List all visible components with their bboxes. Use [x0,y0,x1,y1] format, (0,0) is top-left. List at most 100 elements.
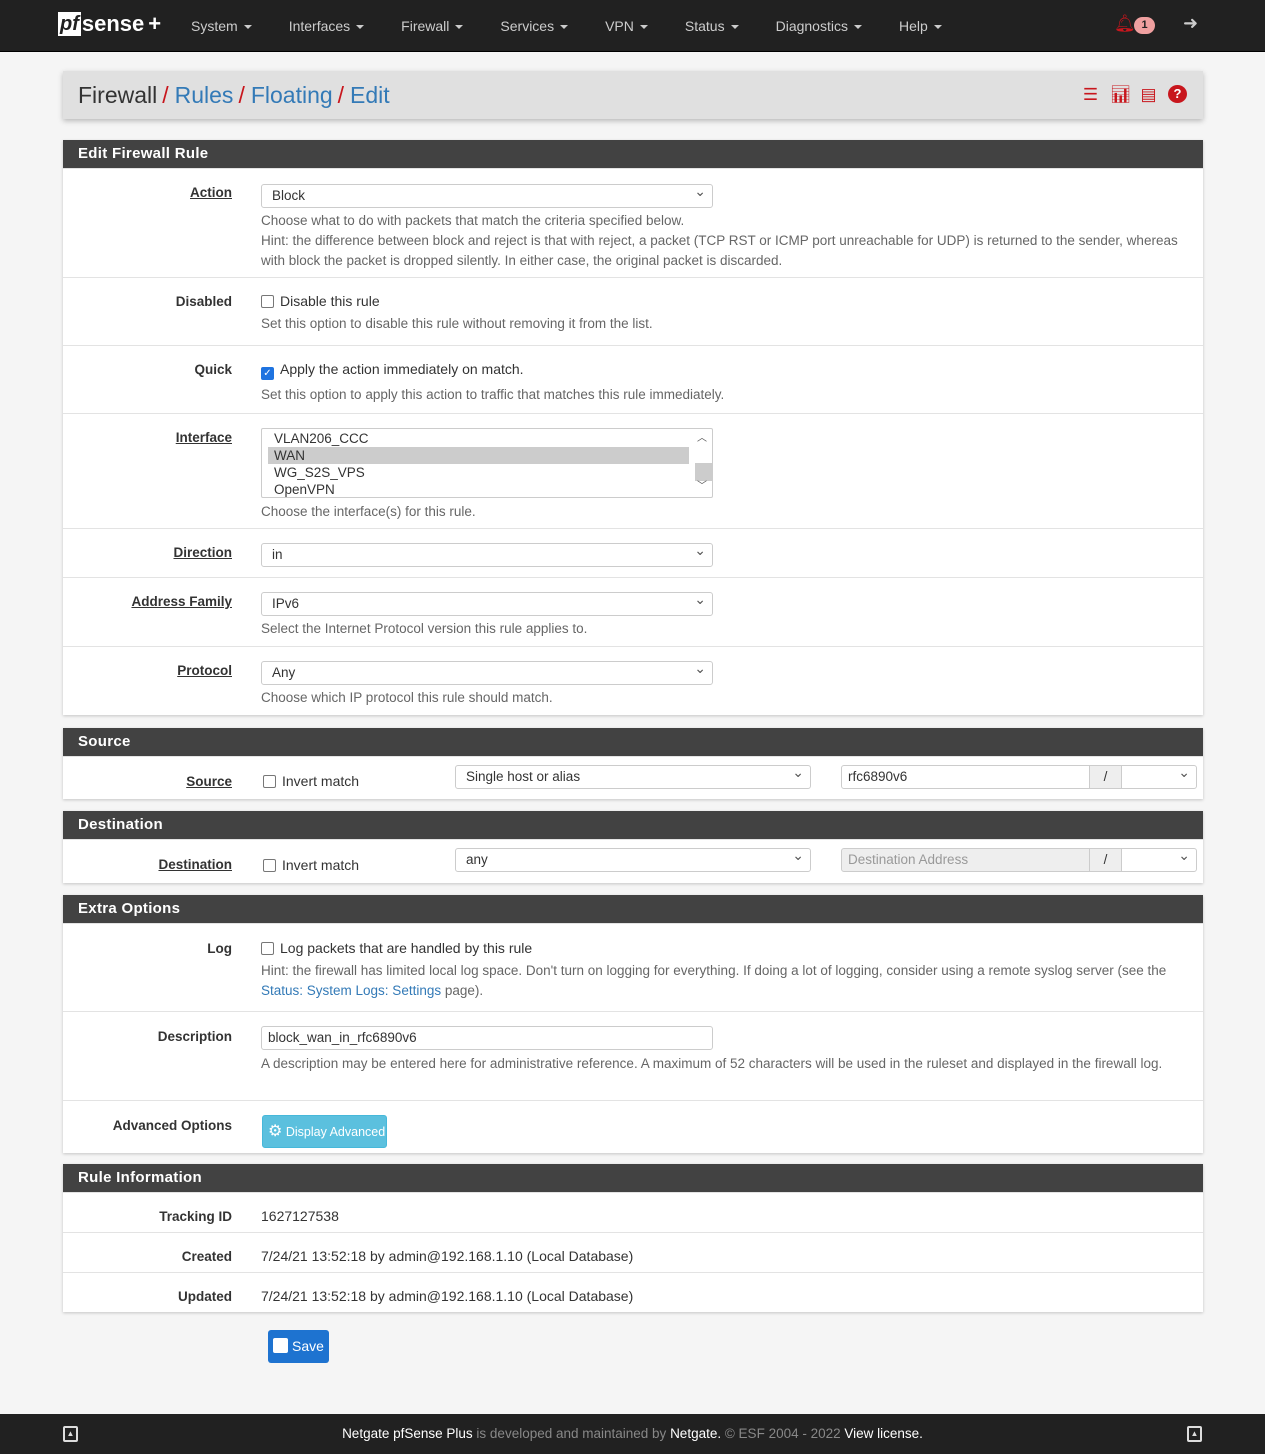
pfsense-logo[interactable]: pf sense + [58,11,161,37]
netgate-link[interactable]: Netgate. [670,1426,721,1441]
interface-listbox[interactable]: VLAN206_CCC WAN WG_S2S_VPS OpenVPN ︿ ﹀ [261,428,713,498]
destination-mask-select[interactable] [1121,847,1197,872]
log-checkbox[interactable]: Log packets that are handled by this rul… [261,940,532,956]
quick-label: Quick [194,362,232,377]
destination-invert-checkbox[interactable]: Invert match [263,857,359,873]
description-input[interactable]: block_wan_in_rfc6890v6 [261,1026,713,1050]
updated-label: Updated [178,1289,232,1304]
rule-information-title: Rule Information [63,1164,1203,1192]
logo-plus: + [148,11,162,36]
menu-services[interactable]: Services [500,18,568,34]
tracking-id-label: Tracking ID [159,1209,232,1224]
interface-row: Interface VLAN206_CCC WAN WG_S2S_VPS Ope… [63,413,1203,528]
source-slash: / [1089,765,1122,789]
panel-title: Edit Firewall Rule [63,140,1203,168]
log-label: Log [207,941,232,956]
destination-slash: / [1089,848,1122,872]
list-icon[interactable]: ▤ [1139,85,1158,105]
created-value: 7/24/21 13:52:18 by admin@192.168.1.10 (… [261,1248,634,1264]
interface-label: Interface [175,430,232,445]
gear-icon: ⚙ [268,1123,283,1140]
view-license-link[interactable]: View license. [844,1426,923,1441]
bar-chart-icon[interactable]: 📊︎ [1110,85,1132,105]
destination-panel: Destination Destination Invert match any… [63,811,1203,883]
logout-icon[interactable]: ➜ [1183,13,1198,34]
breadcrumb: Firewall / Rules / Floating / Edit ☰ 📊︎ ▤ ? [63,71,1203,119]
protocol-row: Protocol Any Choose which IP protocol th… [63,646,1203,715]
breadcrumb-rules[interactable]: Rules [175,82,234,109]
edit-rule-panel: Edit Firewall Rule Action Block Choose w… [63,140,1203,715]
menu-firewall[interactable]: Firewall [401,18,463,34]
help-icon[interactable]: ? [1168,85,1187,103]
destination-title: Destination [63,811,1203,839]
footer: ▲ Netgate pfSense Plus is developed and … [0,1414,1265,1454]
interface-option[interactable]: VLAN206_CCC [268,430,689,447]
quick-row: Quick ✓ Apply the action immediately on m… [63,345,1203,413]
quick-help: Set this option to apply this action to … [261,387,725,402]
address-family-help: Select the Internet Protocol version thi… [261,621,588,636]
description-label: Description [157,1029,232,1044]
log-help: Hint: the firewall has limited local log… [261,963,1167,998]
breadcrumb-root: Firewall [78,81,158,108]
breadcrumb-edit[interactable]: Edit [350,82,390,109]
action-help: Choose what to do with packets that matc… [261,213,1178,268]
source-mask-select[interactable] [1121,764,1197,789]
save-button[interactable]: Save [268,1330,329,1363]
sliders-icon[interactable]: ☰ [1081,85,1100,105]
destination-address-input[interactable]: Destination Address [841,848,1090,872]
action-row: Action Block Choose what to do with pack… [63,168,1203,277]
address-family-select[interactable]: IPv6 [261,591,713,616]
interface-help: Choose the interface(s) for this rule. [261,504,476,519]
disabled-label: Disabled [175,294,232,309]
scroll-top-icon[interactable]: ▲ [63,1426,78,1442]
direction-row: Direction in [63,528,1203,577]
menu-system[interactable]: System [191,18,252,34]
address-family-row: Address Family IPv6 Select the Internet … [63,577,1203,646]
extra-options-title: Extra Options [63,895,1203,923]
system-logs-settings-link[interactable]: Status: System Logs: Settings [261,983,441,998]
display-advanced-button[interactable]: ⚙ Display Advanced [262,1115,387,1148]
created-label: Created [181,1249,232,1264]
menu-vpn[interactable]: VPN [605,18,648,34]
menu-diagnostics[interactable]: Diagnostics [776,18,862,34]
interface-option[interactable]: OpenVPN [268,481,689,498]
protocol-label: Protocol [177,663,232,678]
source-label: Source [186,774,232,789]
destination-label: Destination [158,857,232,872]
scroll-top-icon-right[interactable]: ▲ [1187,1426,1202,1442]
rule-information-panel: Rule Information Tracking ID 1627127538 C… [63,1164,1203,1312]
protocol-help: Choose which IP protocol this rule shoul… [261,690,553,705]
menu-status[interactable]: Status [685,18,739,34]
listbox-scrollbar[interactable]: ︿ ﹀ [695,429,712,497]
disabled-row: Disabled Disable this rule Set this opti… [63,277,1203,345]
menu-interfaces[interactable]: Interfaces [289,18,364,34]
action-select[interactable]: Block [261,183,713,208]
top-navbar: pf sense + System Interfaces Firewall Serv… [0,0,1265,52]
source-panel: Source Source Invert match Single host o… [63,728,1203,799]
description-help: A description may be entered here for ad… [261,1056,1163,1071]
breadcrumb-floating[interactable]: Floating [251,82,333,109]
bell-icon[interactable]: 🔔︎ [1114,14,1136,34]
source-type-select[interactable]: Single host or alias [455,764,811,789]
quick-checkbox[interactable]: ✓ Apply the action immediately on match. [261,361,524,380]
updated-value: 7/24/21 13:52:18 by admin@192.168.1.10 (… [261,1288,634,1304]
main-menu: System Interfaces Firewall Services VPN … [191,0,979,52]
disabled-help: Set this option to disable this rule wit… [261,316,653,331]
notification-badge[interactable]: 1 [1134,17,1155,34]
source-invert-checkbox[interactable]: Invert match [263,773,359,789]
logo-pf: pf [58,12,81,36]
protocol-select[interactable]: Any [261,660,713,685]
advanced-options-label: Advanced Options [112,1118,232,1133]
menu-help[interactable]: Help [899,18,942,34]
disable-rule-checkbox[interactable]: Disable this rule [261,293,380,309]
destination-type-select[interactable]: any [455,847,811,872]
address-family-label: Address Family [131,594,232,609]
save-icon [273,1338,288,1353]
interface-option-selected[interactable]: WAN [268,447,689,464]
source-address-input[interactable]: rfc6890v6 [841,765,1090,789]
direction-select[interactable]: in [261,542,713,567]
tracking-id-value: 1627127538 [261,1208,339,1224]
interface-option[interactable]: WG_S2S_VPS [268,464,689,481]
direction-label: Direction [173,545,232,560]
action-label: Action [190,185,232,200]
